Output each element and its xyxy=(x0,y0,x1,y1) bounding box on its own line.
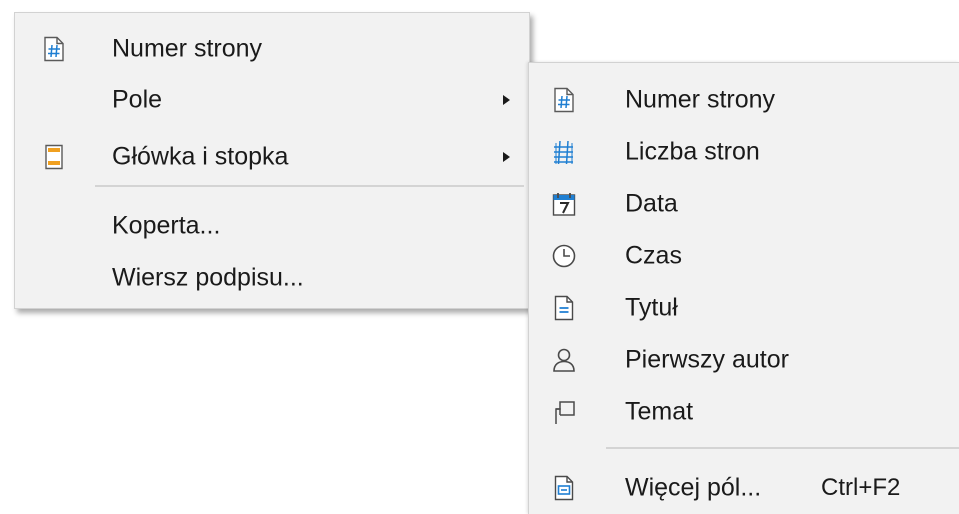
submenu-arrow-icon xyxy=(503,152,510,162)
menu-item-page-number[interactable]: Numer strony xyxy=(15,24,529,74)
calendar-icon xyxy=(549,189,579,219)
more-fields-icon xyxy=(549,473,579,503)
shortcut-label: Ctrl+F2 xyxy=(821,474,901,501)
menu-item-label: Koperta... xyxy=(112,211,221,240)
submenu-item-label: Data xyxy=(625,189,678,218)
menu-item-envelope[interactable]: Koperta... xyxy=(15,201,529,251)
submenu-item-label: Więcej pól... xyxy=(625,473,762,502)
clock-icon xyxy=(549,241,579,271)
submenu-item-label: Pierwszy autor xyxy=(625,345,789,374)
menu-item-signature-line[interactable]: Wiersz podpisu... xyxy=(15,253,529,303)
page-number-icon xyxy=(549,85,579,115)
submenu-item-label: Temat xyxy=(625,397,694,426)
page-count-icon xyxy=(549,137,579,167)
submenu-item-label: Czas xyxy=(625,241,682,270)
submenu-arrow-icon xyxy=(503,95,510,105)
menu-item-label: Główka i stopka xyxy=(112,142,289,171)
submenu-item-page-number[interactable]: Numer strony xyxy=(529,75,959,125)
submenu-item-time[interactable]: Czas xyxy=(529,231,959,281)
submenu-item-label: Tytuł xyxy=(625,293,678,322)
submenu-item-date[interactable]: Data xyxy=(529,179,959,229)
insert-menu: Numer strony Pole Główka i stopka Kopert… xyxy=(14,12,530,309)
person-icon xyxy=(549,345,579,375)
menu-separator xyxy=(95,185,524,187)
submenu-item-label: Liczba stron xyxy=(625,137,760,166)
submenu-item-more-fields[interactable]: Więcej pól... Ctrl+F2 xyxy=(529,463,959,513)
submenu-item-title[interactable]: Tytuł xyxy=(529,283,959,333)
submenu-item-first-author[interactable]: Pierwszy autor xyxy=(529,335,959,385)
menu-item-label: Wiersz podpisu... xyxy=(112,263,304,292)
field-submenu: Numer strony Liczba stron Data Czas Tytu… xyxy=(528,62,959,514)
menu-item-label: Pole xyxy=(112,85,163,114)
submenu-item-page-count[interactable]: Liczba stron xyxy=(529,127,959,177)
submenu-item-label: Numer strony xyxy=(625,85,776,114)
subject-flag-icon xyxy=(549,397,579,427)
menu-item-field[interactable]: Pole xyxy=(15,75,529,125)
header-footer-icon xyxy=(39,142,69,172)
page-number-icon xyxy=(39,34,69,64)
submenu-item-subject[interactable]: Temat xyxy=(529,387,959,437)
menu-separator xyxy=(606,447,959,449)
menu-item-label: Numer strony xyxy=(112,34,263,63)
title-document-icon xyxy=(549,293,579,323)
menu-item-header-footer[interactable]: Główka i stopka xyxy=(15,132,529,182)
